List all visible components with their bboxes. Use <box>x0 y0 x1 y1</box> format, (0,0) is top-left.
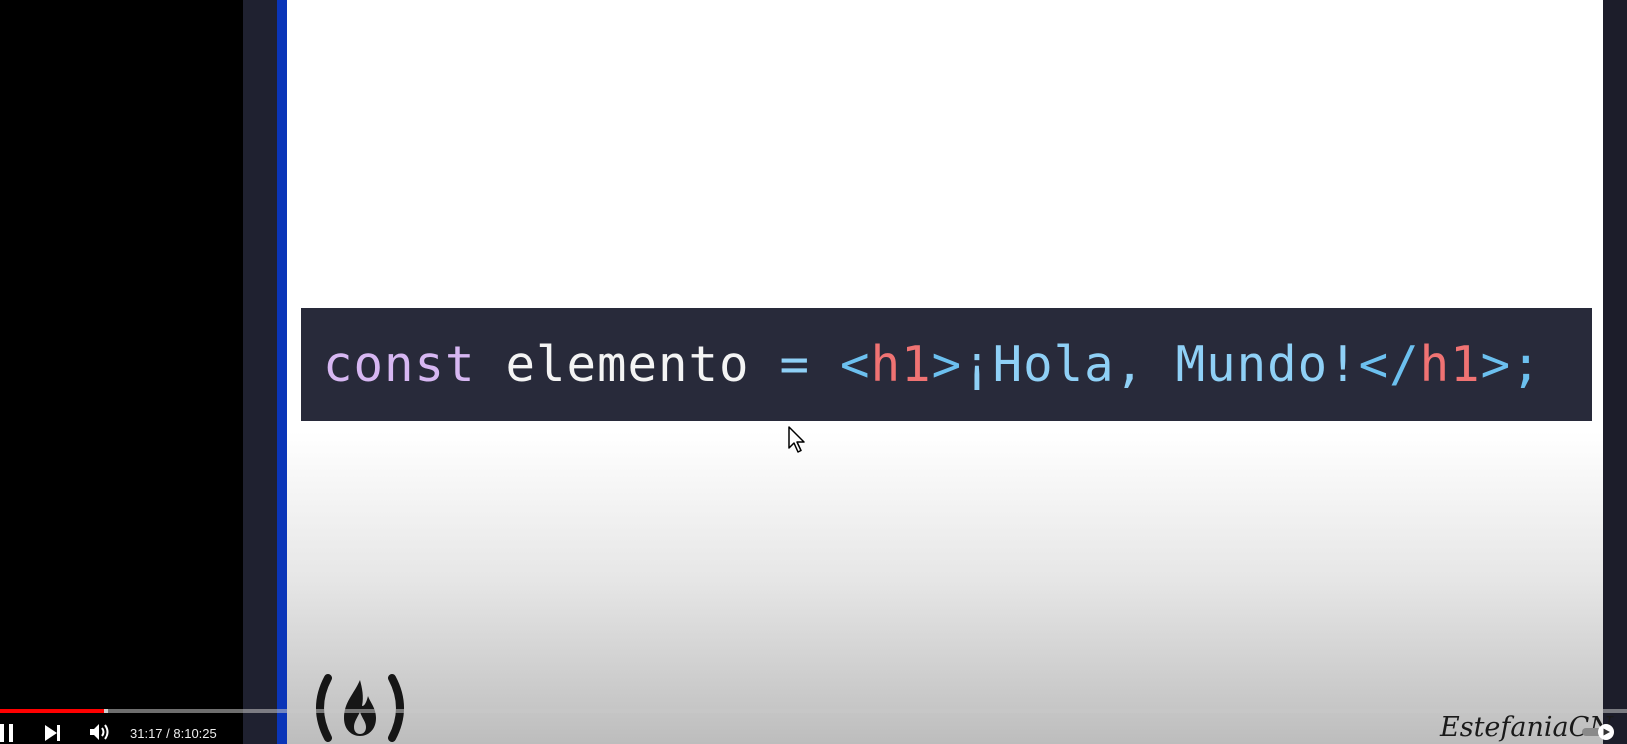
progress-bar[interactable] <box>0 709 1627 713</box>
pause-icon <box>0 724 13 742</box>
pause-button[interactable] <box>0 722 16 744</box>
code-token: elemento <box>505 336 750 393</box>
time-display: 31:17 / 8:10:25 <box>130 726 217 741</box>
volume-icon <box>90 724 109 740</box>
autoplay-toggle[interactable] <box>1582 724 1616 740</box>
slide-accent-bar <box>277 0 287 744</box>
slide-right-edge <box>1603 0 1627 744</box>
code-token: ¡Hola, Mundo! <box>962 336 1359 393</box>
code-token: = <box>779 336 811 393</box>
code-token: >; <box>1480 336 1542 393</box>
code-token: < <box>840 336 871 393</box>
code-token: </ <box>1358 336 1420 393</box>
volume-button[interactable] <box>88 721 112 743</box>
mouse-cursor-icon <box>788 426 805 453</box>
code-snippet: const elemento = < h1 > ¡Hola, Mundo! </h1 >; <box>301 308 1592 421</box>
autoplay-toggle-icon <box>1582 724 1614 740</box>
code-token: h1 <box>870 336 932 393</box>
player-controls: 31:17 / 8:10:25 <box>0 716 1627 744</box>
video-player[interactable]: const elemento = < h1 > ¡Hola, Mundo! </h1 >;… <box>0 0 1627 744</box>
slide-left-strip <box>243 0 277 744</box>
next-button[interactable] <box>42 722 64 744</box>
code-token: h1 <box>1419 336 1481 393</box>
progress-played <box>0 709 104 713</box>
video-letterbox-left <box>0 0 243 744</box>
next-icon <box>45 725 60 741</box>
code-token: > <box>931 336 963 393</box>
code-token: const <box>323 336 476 393</box>
